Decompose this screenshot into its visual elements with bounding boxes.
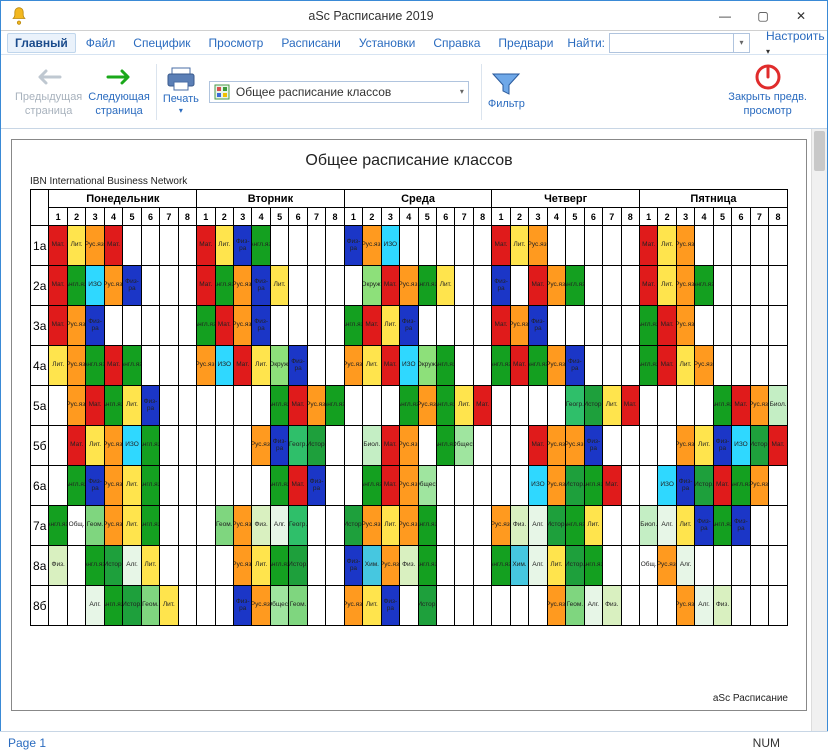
org-name: IBN International Business Network (30, 176, 788, 187)
menubar: Главный Файл Специфик Просмотр Расписани… (1, 31, 827, 55)
titlebar: aSc Расписание 2019 — ▢ ✕ (1, 1, 827, 31)
scrollbar-thumb[interactable] (814, 131, 825, 171)
power-icon (754, 63, 782, 91)
status-page: Page 1 (8, 736, 46, 750)
menu-file[interactable]: Файл (78, 33, 124, 53)
close-preview-button[interactable]: Закрыть предв.просмотр (728, 65, 807, 117)
menu-settings[interactable]: Установки (351, 33, 423, 53)
menu-help[interactable]: Справка (425, 33, 488, 53)
schedule-table: ПонедельникВторникСредаЧетвергПятница123… (30, 189, 788, 626)
next-page-button[interactable]: Следующаястраница (88, 65, 150, 117)
maximize-button[interactable]: ▢ (745, 5, 781, 27)
print-button[interactable]: Печать ▾ (163, 67, 199, 116)
arrow-right-icon (104, 68, 134, 86)
app-title: aSc Расписание 2019 (35, 9, 707, 23)
printer-icon (166, 66, 196, 92)
find-input[interactable] (609, 33, 734, 53)
find-dropdown-icon[interactable]: ▾ (734, 33, 750, 53)
find-label: Найти: (567, 36, 605, 50)
menu-view[interactable]: Просмотр (201, 33, 272, 53)
prev-page-button[interactable]: Предыдущаястраница (15, 65, 82, 117)
arrow-left-icon (34, 68, 64, 86)
preview-page: Общее расписание классов IBN Internation… (11, 139, 807, 711)
menu-main[interactable]: Главный (7, 33, 76, 53)
menu-schedule[interactable]: Расписани (273, 33, 348, 53)
preview-area: Общее расписание классов IBN Internation… (1, 129, 827, 731)
report-combo[interactable]: Общее расписание классов ▾ (209, 81, 469, 103)
menu-specific[interactable]: Специфик (125, 33, 198, 53)
menu-preview[interactable]: Предвари (490, 33, 561, 53)
minimize-button[interactable]: — (707, 5, 743, 27)
app-icon (9, 6, 29, 26)
find-box: Найти: ▾ (567, 33, 750, 53)
funnel-icon (490, 71, 522, 97)
ribbon: Предыдущаястраница Следующаястраница Печ… (1, 55, 827, 129)
filter-button[interactable]: Фильтр (488, 72, 525, 111)
chevron-down-icon: ▾ (460, 87, 464, 96)
report-icon (214, 84, 230, 100)
report-combo-label: Общее расписание классов (236, 85, 391, 99)
close-window-button[interactable]: ✕ (783, 5, 819, 27)
status-bar: Page 1 NUM (0, 731, 828, 753)
vertical-scrollbar[interactable] (811, 129, 827, 731)
page-footer: aSc Расписание (713, 693, 788, 704)
status-num: NUM (753, 736, 780, 750)
page-title: Общее расписание классов (30, 152, 788, 170)
menu-customize[interactable]: Настроить ▾ (758, 26, 828, 60)
